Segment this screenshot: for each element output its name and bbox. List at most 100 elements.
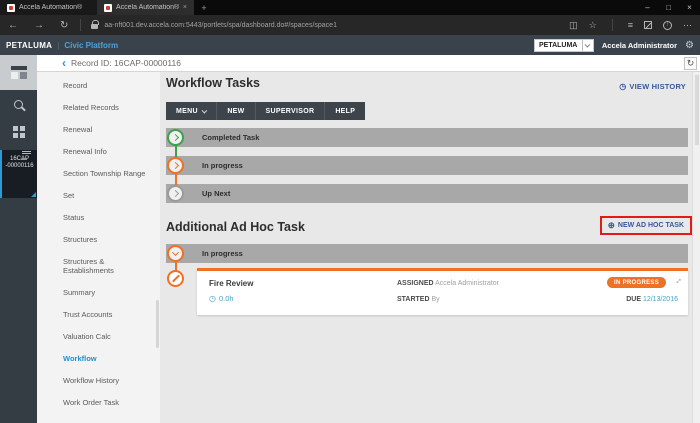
browser-tab-background[interactable]: Accela Automation®: [0, 0, 97, 15]
sidebar-item-valuation-calc[interactable]: Valuation Calc: [37, 325, 160, 347]
app-header: PETALUMA | Civic Platform PETALUMA Accel…: [0, 35, 700, 55]
view-history-link[interactable]: ◷ VIEW HISTORY: [619, 82, 686, 91]
grid-icon: [13, 126, 25, 138]
plus-circle-icon: ⊕: [608, 222, 615, 229]
url-input[interactable]: aa-nft001.dev.accela.com:5443/portlets/s…: [104, 22, 337, 29]
accordion-adhoc-in-progress[interactable]: In progress: [166, 244, 688, 263]
window-controls: – □ ×: [637, 0, 700, 15]
sidebar-item-workflow[interactable]: Workflow: [37, 347, 160, 369]
new-ad-hoc-task-label: NEW AD HOC TASK: [618, 222, 684, 229]
new-ad-hoc-task-button[interactable]: ⊕ NEW AD HOC TASK: [600, 216, 692, 235]
sidebar-item-work-order-task[interactable]: Work Order Task: [37, 391, 160, 413]
sidebar-item-summary[interactable]: Summary: [37, 281, 160, 303]
minimize-icon[interactable]: –: [637, 3, 658, 12]
accela-favicon: [7, 4, 15, 12]
record-header: ‹ Record ID: 16CAP-00000116 ↻: [0, 55, 700, 72]
sidebar-item-renewal[interactable]: Renewal: [37, 118, 160, 140]
favorites-star-icon[interactable]: ☆: [589, 20, 597, 31]
sidebar-item-section-township-range[interactable]: Section Township Range: [37, 162, 160, 184]
sidebar-item-workflow-history[interactable]: Workflow History: [37, 369, 160, 391]
browser-tab-active[interactable]: Accela Automation® ×: [97, 0, 194, 15]
logged-in-user[interactable]: Accela Administrator: [602, 41, 677, 50]
close-tab-icon[interactable]: ×: [183, 4, 187, 11]
sidebar-item-renewal-info[interactable]: Renewal Info: [37, 140, 160, 162]
new-button[interactable]: NEW: [217, 102, 255, 120]
accordion-label: Up Next: [166, 184, 688, 203]
header-divider: |: [57, 41, 59, 50]
task-name[interactable]: Fire Review: [209, 279, 253, 288]
sidebar-item-status[interactable]: Status: [37, 206, 160, 228]
task-hours: ◷ 0.0h: [209, 294, 234, 303]
open-record-tab[interactable]: 16CAP -00000116: [0, 150, 37, 198]
sidebar-item-structures[interactable]: Structures: [37, 228, 160, 250]
expand-task-icon[interactable]: ↔: [671, 273, 684, 286]
status-badge: IN PROGRESS: [607, 277, 666, 288]
content-scrollbar[interactable]: [692, 72, 700, 423]
task-assigned: ASSIGNED Accela Administrator: [397, 280, 499, 287]
accordion-in-progress[interactable]: In progress: [166, 156, 688, 175]
workflow-toolbar: MENU NEW SUPERVISOR HELP: [166, 102, 365, 120]
accordion-label: In progress: [166, 156, 688, 175]
sidebar-item-record[interactable]: Record: [37, 74, 160, 96]
record-tab-line2: -00000116: [2, 163, 37, 170]
due-value: 12/13/2016: [643, 296, 678, 303]
more-options-icon[interactable]: ⋯: [683, 20, 692, 31]
tab-title: Accela Automation®: [116, 4, 179, 11]
reading-view-icon[interactable]: ◫: [569, 20, 578, 31]
started-label: STARTED: [397, 296, 430, 303]
record-tab-line1: 16CAP: [2, 156, 37, 163]
maximize-icon[interactable]: □: [658, 3, 679, 12]
adhoc-in-progress-status-icon[interactable]: [167, 245, 184, 262]
back-icon[interactable]: ←: [8, 20, 18, 31]
workflow-panel: Workflow Tasks ◷ VIEW HISTORY MENU NEW S…: [160, 72, 692, 423]
sidebar-scrollbar[interactable]: [156, 300, 159, 348]
accordion-completed-task[interactable]: Completed Task: [166, 128, 688, 147]
refresh-icon[interactable]: ↻: [60, 20, 68, 31]
close-icon[interactable]: ×: [679, 3, 700, 12]
adhoc-section-title: Additional Ad Hoc Task: [166, 220, 305, 234]
search-icon: [14, 100, 23, 109]
gear-icon[interactable]: ⚙: [685, 40, 694, 51]
share-icon[interactable]: ↑: [663, 21, 672, 30]
launchpad-button[interactable]: [0, 55, 37, 90]
agency-select[interactable]: PETALUMA: [534, 39, 594, 52]
sidebar-item-set[interactable]: Set: [37, 184, 160, 206]
chevron-down-icon: [202, 109, 207, 114]
in-progress-status-icon[interactable]: [167, 157, 184, 174]
tab-corner-marker: [31, 192, 36, 197]
accordion-up-next[interactable]: Up Next: [166, 184, 688, 203]
forward-icon[interactable]: →: [34, 20, 44, 31]
browser-address-bar: ← → ↻ aa-nft001.dev.accela.com:5443/port…: [0, 15, 700, 35]
sidebar-item-structures-establishments[interactable]: Structures & Establishments: [37, 250, 160, 281]
accordion-label: In progress: [166, 244, 688, 263]
started-value: By: [432, 296, 440, 303]
workflow-task-groups: Completed Task In progress Up Next: [166, 128, 688, 213]
completed-status-icon[interactable]: [167, 129, 184, 146]
due-label: DUE: [626, 296, 641, 303]
hub-icon[interactable]: ≡: [628, 20, 633, 30]
accordion-label: Completed Task: [166, 128, 688, 147]
sidebar-item-trust-accounts[interactable]: Trust Accounts: [37, 303, 160, 325]
launchpad-icon: [11, 66, 27, 79]
up-next-status-icon[interactable]: [167, 185, 184, 202]
menu-button[interactable]: MENU: [166, 102, 217, 120]
menu-button-label: MENU: [176, 108, 198, 115]
new-tab-button[interactable]: +: [194, 0, 214, 15]
global-search-button[interactable]: [0, 90, 37, 118]
assigned-value: Accela Administrator: [435, 280, 499, 287]
agency-select-value: PETALUMA: [535, 42, 582, 49]
product-name[interactable]: Civic Platform: [64, 41, 118, 50]
supervisor-button[interactable]: SUPERVISOR: [256, 102, 326, 120]
edit-task-icon[interactable]: [167, 270, 184, 287]
web-note-icon[interactable]: [644, 21, 652, 29]
help-button[interactable]: HELP: [325, 102, 365, 120]
clock-icon: ◷: [209, 294, 216, 303]
adhoc-task-group: In progress Fire Review ◷ 0.0h ASSIGNED …: [166, 244, 688, 404]
page-refresh-button[interactable]: ↻: [684, 57, 697, 70]
task-card[interactable]: Fire Review ◷ 0.0h ASSIGNED Accela Admin…: [197, 268, 688, 315]
apps-grid-button[interactable]: [0, 118, 37, 146]
record-sidebar: Record Related Records Renewal Renewal I…: [37, 72, 160, 423]
page-title: Workflow Tasks: [166, 76, 260, 90]
tab-title: Accela Automation®: [19, 4, 90, 11]
sidebar-item-related-records[interactable]: Related Records: [37, 96, 160, 118]
